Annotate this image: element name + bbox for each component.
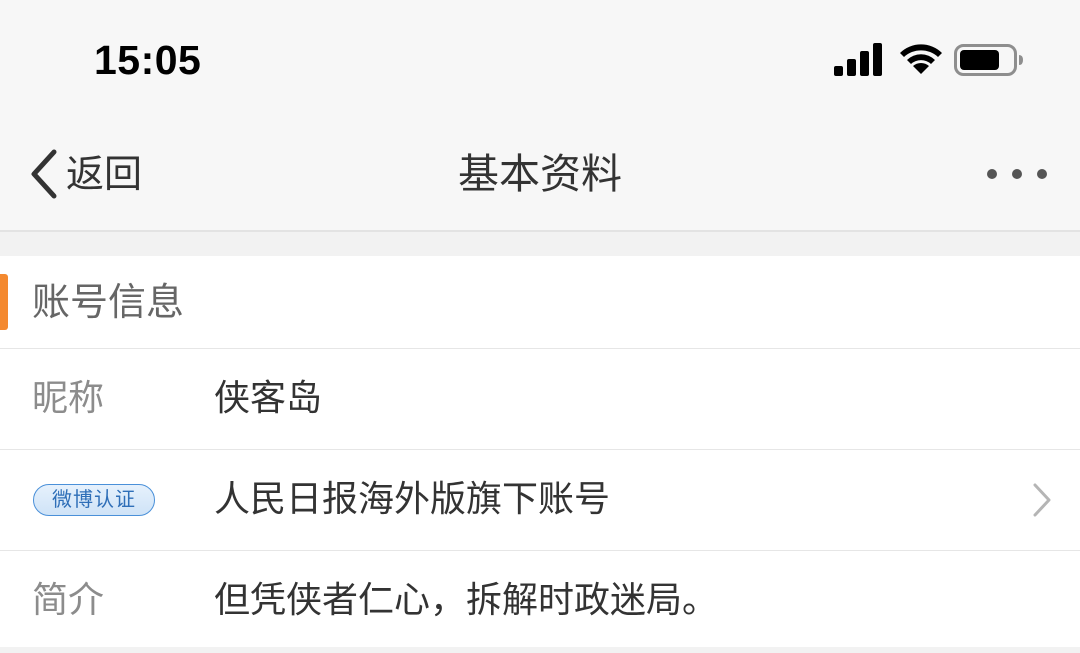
bio-row: 简介 但凭侠者仁心，拆解时政迷局。 [0, 551, 1080, 647]
bio-label: 简介 [32, 580, 105, 621]
signal-icon [834, 43, 882, 76]
profile-screen: 15:05 返回 基本资料 账号信息 昵称 侠客岛 微博认证 人民日报海外版旗下… [0, 0, 1080, 653]
navigation-bar: 返回 基本资料 [0, 118, 1080, 232]
nickname-value: 侠客岛 [214, 378, 323, 419]
page-title: 基本资料 [458, 150, 622, 198]
chevron-left-icon [31, 149, 57, 199]
more-button[interactable] [984, 158, 1050, 190]
chevron-right-icon [1033, 483, 1051, 517]
verification-row[interactable]: 微博认证 人民日报海外版旗下账号 [0, 450, 1080, 551]
battery-icon [954, 44, 1023, 76]
bio-value: 但凭侠者仁心，拆解时政迷局。 [214, 580, 719, 621]
weibo-verified-badge: 微博认证 [33, 484, 155, 516]
section-header: 账号信息 [0, 256, 1080, 349]
account-info-card: 账号信息 昵称 侠客岛 微博认证 人民日报海外版旗下账号 简介 但凭侠者仁心，拆… [0, 256, 1080, 647]
section-accent-bar [0, 274, 8, 330]
back-button[interactable]: 返回 [28, 146, 142, 202]
status-time: 15:05 [94, 37, 202, 83]
status-bar: 15:05 [0, 0, 1080, 118]
nickname-label: 昵称 [32, 378, 105, 419]
nickname-row: 昵称 侠客岛 [0, 349, 1080, 450]
back-label: 返回 [66, 152, 143, 196]
section-title: 账号信息 [32, 280, 185, 324]
more-icon [987, 169, 1047, 179]
wifi-icon [900, 44, 942, 74]
verification-value: 人民日报海外版旗下账号 [214, 479, 611, 520]
